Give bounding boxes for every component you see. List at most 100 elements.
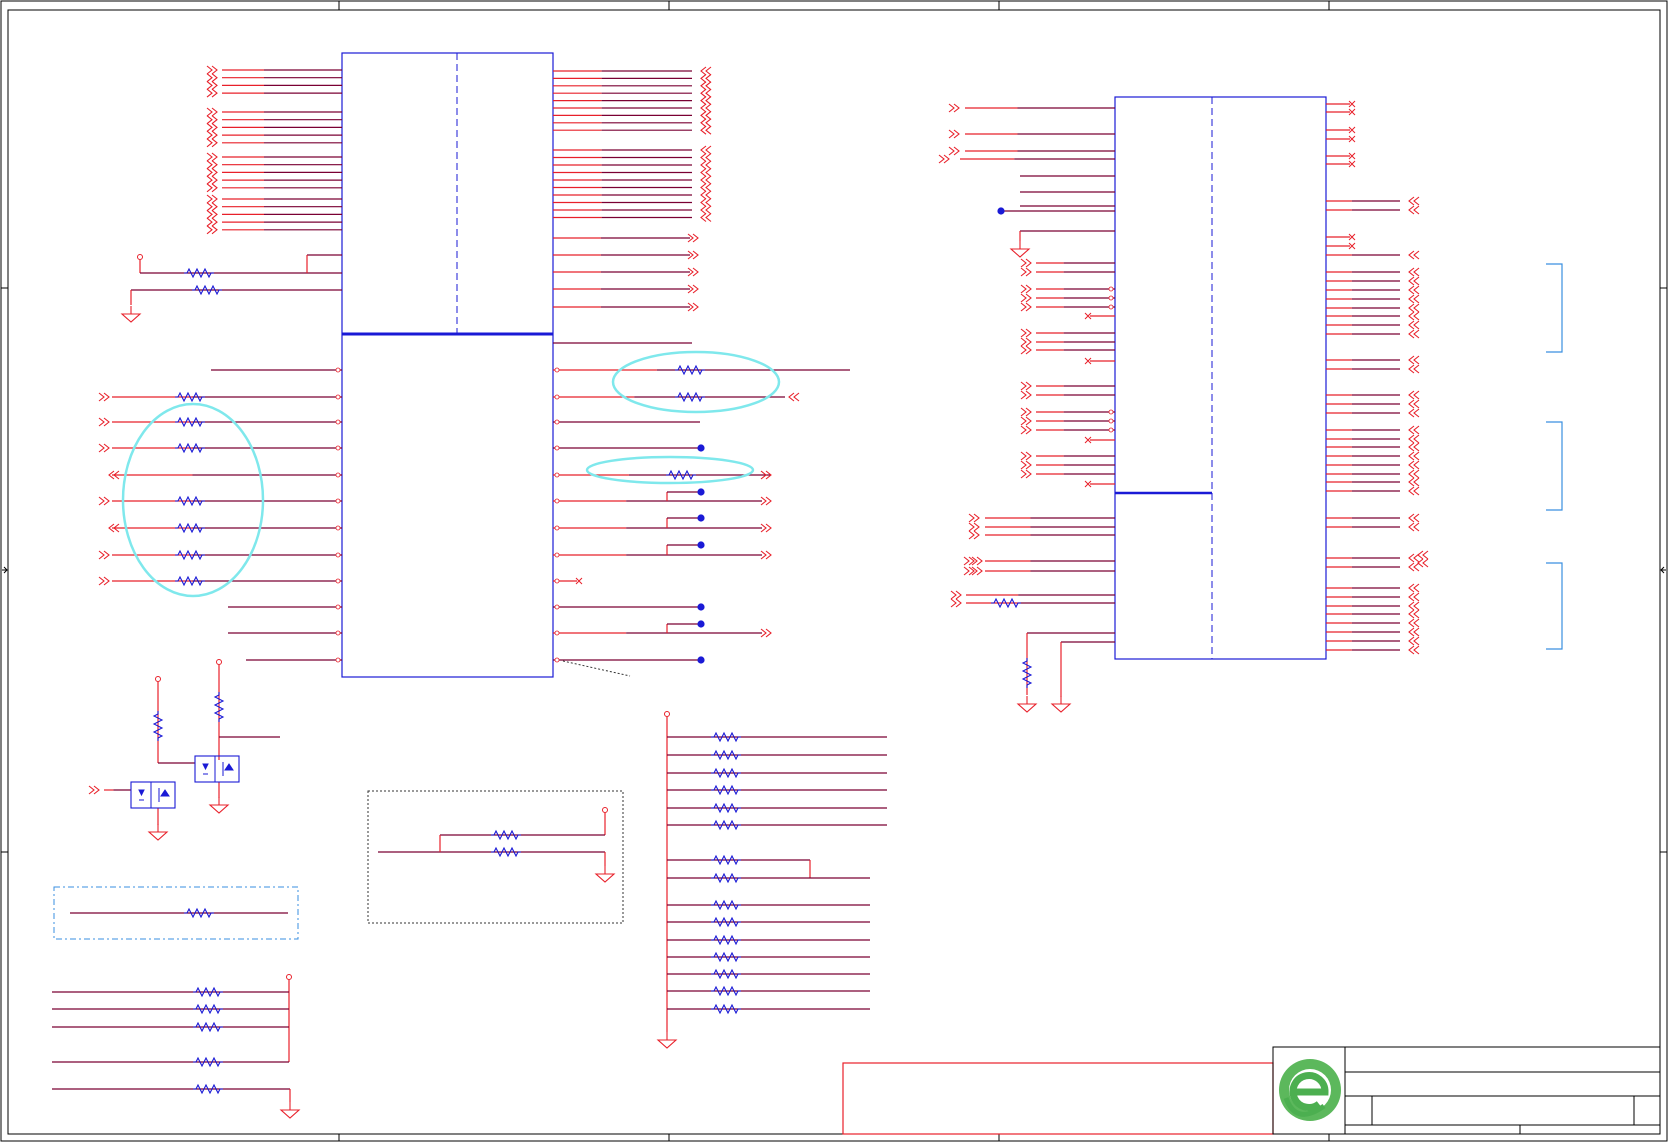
offpage-connector-icon <box>88 785 100 795</box>
offpage-connector-icon <box>968 522 980 532</box>
offpage-connector-icon <box>1020 337 1032 347</box>
offpage-connector-icon <box>1408 486 1420 496</box>
junction-dot <box>697 488 705 496</box>
offpage-connector-icon <box>700 110 712 120</box>
offpage-connector-icon <box>1020 328 1032 338</box>
offpage-connector-icon <box>1408 645 1420 655</box>
offpage-connector-icon <box>950 590 962 600</box>
offpage-connector-icon <box>948 146 960 156</box>
offpage-connector-icon <box>948 129 960 139</box>
offpage-connector-icon <box>98 496 110 506</box>
offpage-connector-icon <box>700 73 712 83</box>
offpage-connector-icon <box>1020 460 1032 470</box>
offpage-connector-icon <box>206 115 218 125</box>
offpage-connector-icon <box>1020 390 1032 400</box>
offpage-connector-icon <box>1020 407 1032 417</box>
power-flag-icon <box>137 254 143 260</box>
offpage-connector-icon <box>963 566 975 576</box>
title-block <box>842 1046 1661 1135</box>
pin-marker <box>335 657 341 663</box>
offpage-connector-icon <box>938 154 950 164</box>
company-logo-icon <box>1279 1059 1341 1121</box>
offpage-connector-icon <box>206 175 218 185</box>
offpage-connector-icon <box>760 523 772 533</box>
offpage-connector-icon <box>760 628 772 638</box>
pin-marker <box>554 445 560 451</box>
offpage-connector-icon <box>760 550 772 560</box>
offpage-connector-icon <box>950 598 962 608</box>
pin-marker <box>554 367 560 373</box>
junction-dot <box>697 603 705 611</box>
pin-marker <box>554 630 560 636</box>
junction-dot <box>697 514 705 522</box>
offpage-connector-icon <box>1408 311 1420 321</box>
offpage-connector-icon <box>1408 601 1420 611</box>
offpage-connector-icon <box>98 550 110 560</box>
ic-u1[interactable] <box>341 52 554 678</box>
offpage-connector-icon <box>1408 583 1420 593</box>
ic-u2[interactable] <box>1114 96 1327 660</box>
offpage-connector-icon <box>1408 477 1420 487</box>
offpage-connector-icon <box>700 125 712 135</box>
pin-marker <box>335 367 341 373</box>
offpage-connector-icon <box>1408 425 1420 435</box>
offpage-connector-icon <box>1020 451 1032 461</box>
offpage-connector-icon <box>1408 390 1420 400</box>
offpage-connector-icon <box>1408 451 1420 461</box>
pin-marker <box>554 657 560 663</box>
offpage-connector-icon <box>206 65 218 75</box>
offpage-connector-icon <box>1408 592 1420 602</box>
offpage-connector-icon <box>206 138 218 148</box>
offpage-connector-icon <box>968 530 980 540</box>
ground-icon <box>656 1032 678 1049</box>
net-wires <box>52 69 1400 1102</box>
pin-marker <box>335 578 341 584</box>
offpage-connector-icon <box>98 443 110 453</box>
offpage-connector-icon <box>700 190 712 200</box>
offpage-connector-icon <box>788 392 800 402</box>
offpage-connector-icon <box>1020 469 1032 479</box>
junction-dot <box>697 444 705 452</box>
schematic-sheet <box>0 0 1670 1143</box>
offpage-connector-icon <box>1408 285 1420 295</box>
power-flag-icon <box>155 676 161 682</box>
offpage-connector-icon <box>700 88 712 98</box>
junction-dot <box>697 656 705 664</box>
offpage-connector-icon <box>700 96 712 106</box>
offpage-connector-icon <box>700 145 712 155</box>
offpage-connector-icon <box>1408 460 1420 470</box>
ground-icon <box>594 866 616 883</box>
pin-marker <box>1108 418 1114 424</box>
offpage-connector-icon <box>700 213 712 222</box>
offpage-connector-icon <box>206 183 218 193</box>
offpage-connector-icon <box>700 81 712 91</box>
pin-marker <box>1108 427 1114 433</box>
components <box>88 65 1429 1119</box>
dashed-group-boxes <box>53 263 1563 940</box>
pin-marker <box>1108 409 1114 415</box>
offpage-connector-icon <box>700 66 712 76</box>
offpage-connector-icon <box>206 88 218 98</box>
pin-marker <box>335 630 341 636</box>
offpage-connector-icon <box>700 160 712 170</box>
offpage-connector-icon <box>1408 469 1420 479</box>
offpage-connector-icon <box>98 417 110 427</box>
pin-marker <box>335 472 341 478</box>
pin-marker <box>1108 304 1114 310</box>
offpage-connector-icon <box>206 160 218 170</box>
offpage-connector-icon <box>1408 399 1420 409</box>
offpage-connector-icon <box>1408 609 1420 619</box>
pin-marker <box>335 525 341 531</box>
offpage-connector-icon <box>206 202 218 212</box>
ground-icon <box>147 824 169 841</box>
offpage-connector-icon <box>1408 205 1420 215</box>
ground-icon <box>1050 696 1072 713</box>
schematic-canvas <box>0 0 1668 1142</box>
junction-dot <box>697 541 705 549</box>
offpage-connector-icon <box>700 183 712 192</box>
junction-dot <box>997 207 1005 215</box>
offpage-connector-icon <box>1408 294 1420 304</box>
offpage-connector-icon <box>1020 345 1032 355</box>
offpage-connector-icon <box>206 152 218 162</box>
ground-icon <box>279 1102 301 1119</box>
